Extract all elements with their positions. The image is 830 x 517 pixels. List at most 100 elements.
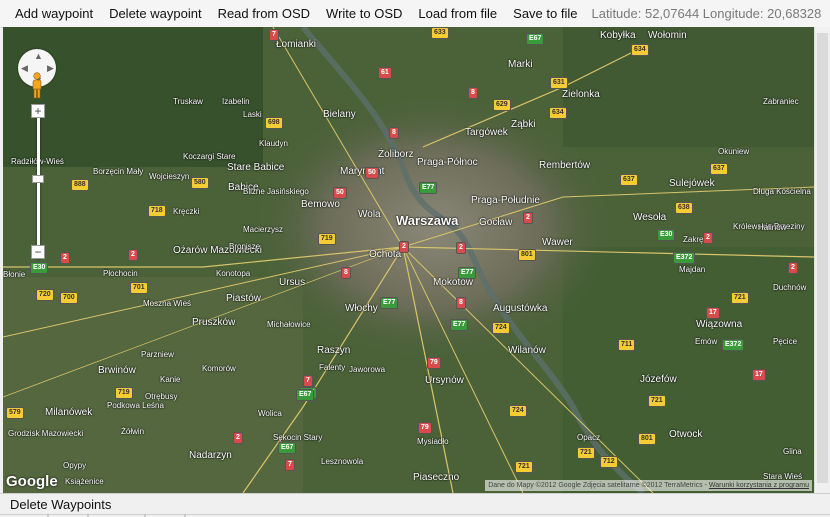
- place-label: Opypy: [63, 461, 87, 470]
- road-badge: 633: [431, 27, 449, 39]
- place-label: Raszyn: [317, 345, 351, 356]
- map-attribution: Dane do Mapy ©2012 Google Zdjęcia sateli…: [485, 480, 812, 491]
- place-label: Bemowo: [301, 199, 340, 210]
- place-label: Marki: [508, 59, 533, 70]
- place-label: Opacz: [577, 433, 601, 442]
- place-label: Lesznowola: [321, 457, 364, 466]
- pan-right-icon[interactable]: ▶: [47, 63, 54, 74]
- toolbar: Add waypoint Delete waypoint Read from O…: [0, 0, 830, 28]
- place-label: Augustówka: [493, 303, 548, 314]
- road-badge: 79: [418, 422, 432, 434]
- add-waypoint-button[interactable]: Add waypoint: [0, 0, 101, 27]
- place-label: Majdan: [679, 265, 706, 274]
- read-from-osd-button[interactable]: Read from OSD: [210, 0, 318, 27]
- place-label: Piaseczno: [413, 472, 460, 483]
- place-label: Borzęcin Mały: [93, 167, 144, 176]
- place-label: Klaudyn: [259, 139, 288, 148]
- road-badge: 629: [493, 99, 511, 111]
- road-badge: 2: [788, 262, 798, 274]
- road-badge: E77: [450, 319, 469, 331]
- road-badge: 79: [427, 357, 441, 369]
- road-badge: 634: [631, 44, 649, 56]
- place-label: Zabraniec: [763, 97, 799, 106]
- road-badge: E30: [657, 229, 676, 241]
- place-label: Kanie: [160, 375, 181, 384]
- place-label: Wesoła: [633, 212, 667, 223]
- place-label: Halinów: [758, 223, 787, 232]
- place-label: Koczargi Stare: [183, 152, 236, 161]
- pan-up-icon[interactable]: ▲: [34, 51, 43, 61]
- place-label: Wola: [358, 209, 381, 220]
- road-badge: 2: [233, 432, 243, 444]
- place-label: Ochota: [369, 249, 402, 260]
- road-badge: 2: [523, 212, 533, 224]
- delete-waypoints-button[interactable]: Delete Waypoints: [10, 497, 111, 512]
- zoom-out-button[interactable]: −: [31, 245, 45, 259]
- place-label: Piastów: [226, 293, 262, 304]
- terms-link[interactable]: Warunki korzystania z programu: [709, 482, 809, 489]
- road-badge: E67: [526, 33, 545, 45]
- place-label: Okuniew: [718, 147, 750, 156]
- road-badge: 801: [638, 433, 656, 445]
- road-badge: E77: [458, 267, 477, 279]
- place-label: Bronisze: [229, 242, 261, 251]
- place-label: Długa Kościelna: [753, 187, 811, 196]
- place-label: Duchnów: [773, 283, 807, 292]
- scrollbar-thumb[interactable]: [817, 33, 828, 483]
- place-label: Wiązowna: [696, 319, 743, 330]
- place-label: Wilanów: [508, 345, 546, 356]
- road-badge: E30: [30, 262, 49, 274]
- road-badge: 7: [303, 375, 313, 387]
- place-label: Pruszków: [192, 317, 236, 328]
- place-label: Płochocin: [103, 269, 138, 278]
- place-label: Łomianki: [276, 39, 317, 50]
- place-label: Glina: [783, 447, 802, 456]
- place-label: Komorów: [202, 364, 236, 373]
- road-badge: 580: [191, 177, 209, 189]
- road-badge: 718: [148, 205, 166, 217]
- place-label: Grodzisk Mazowiecki: [8, 429, 84, 438]
- road-badge: 724: [492, 322, 510, 334]
- place-label: Pęcice: [773, 337, 798, 346]
- zoom-slider-track[interactable]: [37, 107, 40, 259]
- zoom-in-button[interactable]: +: [31, 104, 45, 118]
- road-badge: E67: [278, 442, 297, 454]
- satellite-map[interactable]: Warszawa Praga-Północ Praga-Południe Żol…: [3, 27, 814, 493]
- place-label: Wolica: [258, 409, 282, 418]
- place-label: Brwinów: [98, 365, 136, 376]
- road-badge: 719: [115, 387, 133, 399]
- place-label: Mysiadło: [417, 437, 449, 446]
- vertical-scrollbar[interactable]: [814, 27, 830, 493]
- road-badge: 637: [710, 163, 728, 175]
- road-badge: 721: [731, 292, 749, 304]
- street-view-pegman-icon[interactable]: [30, 72, 44, 100]
- load-from-file-button[interactable]: Load from file: [410, 0, 505, 27]
- road-badge: 698: [265, 117, 283, 129]
- place-label: Kobyłka: [600, 30, 636, 41]
- place-label: Izabelin: [222, 97, 250, 106]
- save-to-file-button[interactable]: Save to file: [505, 0, 585, 27]
- place-label: Macierzysz: [243, 225, 284, 234]
- place-label: Wołomin: [648, 30, 687, 41]
- place-label: Praga-Północ: [417, 157, 478, 168]
- road-badge: 8: [468, 87, 478, 99]
- place-label: Sękocin Stary: [273, 433, 323, 442]
- place-label: Wojcieszyn: [149, 172, 190, 181]
- zoom-slider-handle[interactable]: [32, 175, 44, 183]
- place-label: Laski: [243, 110, 262, 119]
- road-badge: 701: [130, 282, 148, 294]
- place-label: Konotopa: [216, 269, 251, 278]
- road-badge: 721: [648, 395, 666, 407]
- place-label: Stare Babice: [227, 162, 285, 173]
- place-label: Bielany: [323, 109, 356, 120]
- write-to-osd-button[interactable]: Write to OSD: [318, 0, 410, 27]
- delete-waypoint-button[interactable]: Delete waypoint: [101, 0, 210, 27]
- pan-left-icon[interactable]: ◀: [21, 63, 28, 74]
- road-badge: 17: [706, 307, 720, 319]
- road-badge: 2: [456, 242, 466, 254]
- place-label: Blizne Jasińskiego: [243, 187, 309, 196]
- road-badge: 2: [399, 241, 409, 253]
- place-label: Nadarzyn: [189, 450, 232, 461]
- road-badge: 724: [509, 405, 527, 417]
- road-badge: 17: [752, 369, 766, 381]
